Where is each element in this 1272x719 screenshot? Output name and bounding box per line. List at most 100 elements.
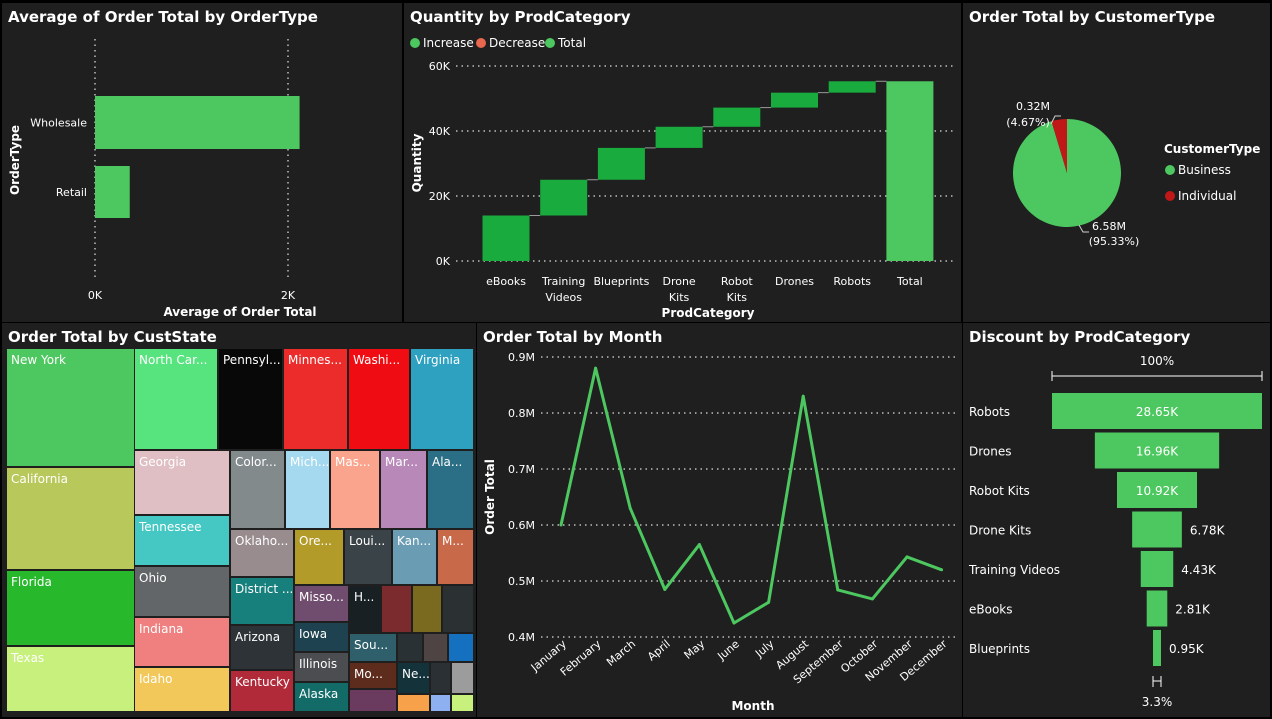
funnel-value-label: 4.43K	[1181, 563, 1217, 577]
treemap-tile-label: New York	[11, 353, 66, 367]
y-tick-label: 40K	[429, 125, 451, 138]
treemap-tile[interactable]: Florida	[6, 570, 136, 646]
treemap-tile[interactable]	[442, 585, 474, 633]
treemap-tile[interactable]: Pennsyl...	[218, 348, 283, 450]
y-tick-label: 0.4M	[508, 631, 535, 644]
y-category-label: Wholesale	[30, 117, 87, 130]
treemap-tile[interactable]: California	[6, 467, 136, 570]
treemap-tile-label: Ne...	[402, 667, 430, 681]
waterfall-bar	[828, 81, 876, 93]
treemap-tile[interactable]	[397, 694, 430, 712]
legend-marker	[1165, 191, 1175, 201]
customertype-chart: 0.32M (4.67%) 6.58M (95.33%) CustomerType Bus…	[1006, 100, 1260, 248]
prodcategory-panel: Quantity by ProdCategory Increase Decreas…	[404, 3, 961, 322]
y-tick-label: 0.9M	[508, 351, 535, 364]
y-tick-label: 0.5M	[508, 575, 535, 588]
treemap-tile[interactable]: Washi...	[348, 348, 410, 450]
customertype-panel: Order Total by CustomerType 0.32M (4.67%)…	[963, 3, 1270, 322]
treemap-tile[interactable]	[451, 662, 474, 694]
treemap-tile[interactable]: Oklaho...	[230, 529, 294, 577]
treemap-tile-label: Tennessee	[139, 520, 202, 534]
legend-marker	[1165, 165, 1175, 175]
treemap-tile[interactable]	[448, 633, 474, 662]
waterfall-bar	[597, 147, 645, 180]
x-tick-label: Robot	[721, 275, 754, 288]
treemap-tile[interactable]: Indiana	[134, 617, 230, 667]
treemap-tile-label: Mo...	[354, 667, 383, 681]
treemap-tile-label: Illinois	[299, 657, 338, 671]
ordertype-panel: Average of Order Total by OrderType 0K 2K…	[2, 3, 402, 322]
waterfall-bar	[713, 107, 761, 127]
y-tick-label: 0K	[436, 255, 451, 268]
treemap-tile[interactable]: Ala...	[427, 450, 474, 529]
treemap-tile[interactable]: New York	[6, 348, 136, 467]
treemap-tile[interactable]: Texas	[6, 646, 136, 712]
y-tick-label: 0.6M	[508, 519, 535, 532]
treemap-tile[interactable]: Misso...	[294, 585, 349, 622]
treemap-tile-label: Washi...	[353, 353, 401, 367]
treemap-tile-label: Loui...	[349, 534, 386, 548]
treemap-tile-label: Kentucky	[235, 675, 290, 689]
x-tick-label: June	[714, 637, 742, 663]
treemap-tile-label: District ...	[235, 582, 294, 596]
treemap-tile[interactable]	[412, 585, 442, 633]
treemap-tile-label: Mich...	[290, 455, 330, 469]
order-total-line	[559, 366, 943, 625]
treemap-tile[interactable]: North Car...	[134, 348, 218, 450]
treemap-tile[interactable]: Illinois	[294, 652, 349, 682]
treemap-tile-label: Texas	[11, 651, 45, 665]
treemap-tile[interactable]: Minnes...	[283, 348, 348, 450]
treemap-tile[interactable]	[430, 662, 451, 694]
treemap-tile[interactable]	[397, 633, 423, 662]
treemap-tile[interactable]	[423, 633, 448, 662]
discount-panel: Discount by ProdCategory 100% Robots 28.65…	[963, 323, 1270, 717]
legend-marker	[476, 38, 486, 48]
treemap-tile[interactable]: Georgia	[134, 450, 230, 515]
treemap-tile[interactable]	[349, 689, 397, 712]
treemap-tile[interactable]: Ore...	[294, 529, 344, 585]
treemap-tile[interactable]: District ...	[230, 577, 294, 625]
treemap-tile[interactable]: Color...	[230, 450, 285, 529]
treemap-tile[interactable]: Kan...	[392, 529, 437, 585]
treemap-tile[interactable]: Arizona	[230, 625, 294, 670]
line-point	[732, 621, 736, 625]
line-point	[559, 523, 563, 527]
treemap-tile[interactable]: H...	[349, 585, 381, 633]
line-point	[628, 506, 632, 510]
treemap-tile-label: Virginia	[415, 353, 461, 367]
treemap-tile[interactable]: Mich...	[285, 450, 330, 529]
discount-chart: 100% Robots 28.65K Drones 16.96K Robot Kits 10…	[968, 354, 1263, 709]
treemap-tile-label: Ohio	[139, 571, 167, 585]
treemap-tile[interactable]: M...	[437, 529, 474, 585]
x-axis-title: Month	[731, 699, 774, 713]
x-tick-label: eBooks	[486, 275, 526, 288]
treemap-tile[interactable]: Mo...	[349, 662, 397, 689]
treemap-tile[interactable]: Kentucky	[230, 670, 294, 712]
treemap-tile[interactable]: Alaska	[294, 682, 349, 712]
treemap-tile[interactable]: Iowa	[294, 622, 349, 652]
treemap-tile[interactable]	[381, 585, 412, 633]
treemap-tile[interactable]: Loui...	[344, 529, 392, 585]
legend-label: Decrease	[489, 36, 545, 50]
funnel-category-label: eBooks	[969, 603, 1013, 617]
treemap-tile[interactable]: Ohio	[134, 566, 230, 617]
treemap-tile[interactable]: Idaho	[134, 667, 230, 712]
x-tick-label: Robots	[833, 275, 871, 288]
line-point	[594, 366, 598, 370]
treemap-tile[interactable]: Ne...	[397, 662, 430, 694]
legend-marker	[545, 38, 555, 48]
treemap-tile[interactable]: Virginia	[410, 348, 474, 450]
x-axis-title: ProdCategory	[662, 306, 755, 320]
funnel-category-label: Drone Kits	[969, 524, 1031, 538]
treemap-tile[interactable]	[451, 694, 474, 712]
x-tick-label: Drones	[775, 275, 814, 288]
waterfall-bar	[540, 179, 588, 216]
treemap-tile[interactable]: Mar...	[380, 450, 427, 529]
treemap-tile[interactable]: Mas...	[330, 450, 380, 529]
treemap-tile[interactable]: Tennessee	[134, 515, 230, 566]
treemap-tile[interactable]: Sou...	[349, 633, 397, 662]
prodcategory-chart: Increase Decrease Total 0K 20K 40K 60K eBooks Tr…	[410, 36, 956, 320]
pie-label-percent: (95.33%)	[1089, 235, 1140, 248]
custstate-treemap: New York California Florida Texas North Car.…	[2, 323, 476, 717]
treemap-tile[interactable]	[430, 694, 451, 712]
